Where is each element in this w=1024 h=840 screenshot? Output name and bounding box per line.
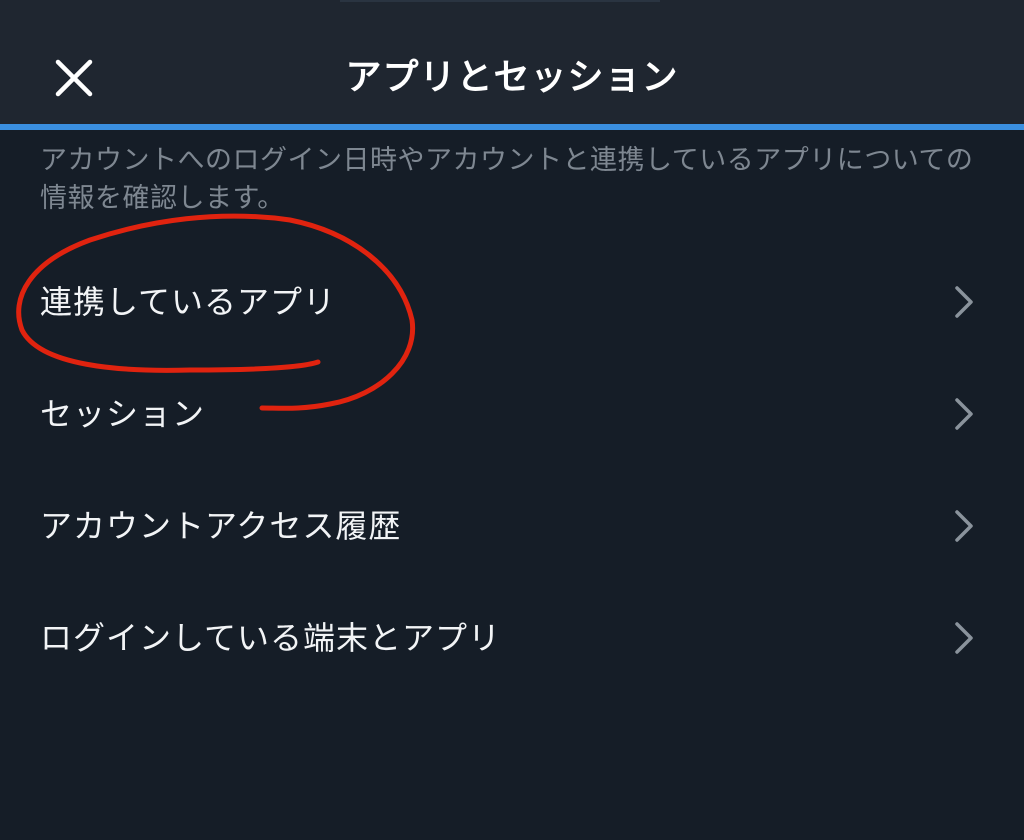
- menu-item-label: ログインしている端末とアプリ: [40, 619, 502, 657]
- settings-menu: 連携しているアプリ セッション アカウントアクセス履歴 ログインしている端末とア…: [0, 246, 1024, 694]
- chevron-right-icon: [955, 286, 973, 318]
- menu-item-sessions[interactable]: セッション: [0, 358, 1024, 470]
- app-screen: アプリとセッション アカウントへのログイン日時やアカウントと連携しているアプリに…: [0, 0, 1024, 840]
- chevron-right-icon: [955, 398, 973, 430]
- header-divider: [0, 124, 1024, 130]
- chevron-right-icon: [955, 622, 973, 654]
- page-description: アカウントへのログイン日時やアカウントと連携しているアプリについての情報を確認し…: [40, 145, 974, 214]
- menu-item-connected-apps[interactable]: 連携しているアプリ: [0, 246, 1024, 358]
- menu-item-account-access-history[interactable]: アカウントアクセス履歴: [0, 470, 1024, 582]
- menu-item-label: 連携しているアプリ: [40, 283, 337, 321]
- menu-item-label: アカウントアクセス履歴: [40, 507, 402, 545]
- header-bar: アプリとセッション: [0, 0, 1024, 124]
- menu-item-logged-in-devices[interactable]: ログインしている端末とアプリ: [0, 582, 1024, 694]
- chevron-right-icon: [955, 510, 973, 542]
- page-title: アプリとセッション: [345, 57, 679, 98]
- menu-item-label: セッション: [40, 395, 206, 433]
- status-notch: [340, 0, 660, 2]
